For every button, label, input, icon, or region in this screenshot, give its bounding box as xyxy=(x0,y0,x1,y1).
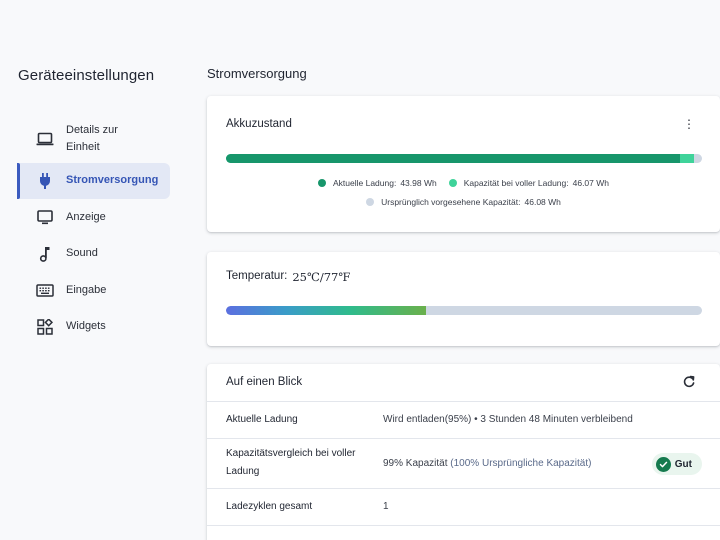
refresh-icon[interactable] xyxy=(682,375,696,389)
laptop-icon xyxy=(35,129,55,149)
full-capacity-dot xyxy=(448,179,457,187)
widgets-icon xyxy=(35,317,55,337)
legend-value: 46.08 Wh xyxy=(524,197,561,207)
battery-legend-row-2: Ursprünglich vorgesehene Kapazität: 46.0… xyxy=(207,197,720,207)
sidebar-nav: Details zur Einheit Stromversorgung Anze… xyxy=(17,116,170,345)
design-capacity-dot xyxy=(366,198,375,206)
legend-design-capacity: Ursprünglich vorgesehene Kapazität: 46.0… xyxy=(366,197,561,207)
design-capacity-note: (100% Ursprüngliche Kapazität) xyxy=(450,458,592,469)
table-row: Aktuelle Ladung Wird entladen(95%) • 3 S… xyxy=(207,401,720,438)
battery-health-card: Akkuzustand ⋮ Aktuelle Ladung: 43.98 Wh … xyxy=(207,96,720,232)
sidebar-item-label: Widgets xyxy=(66,320,106,332)
row-value: Wird entladen(95%) • 3 Stunden 48 Minute… xyxy=(383,414,633,425)
badge-label: Gut xyxy=(674,458,692,470)
legend-label: Aktuelle Ladung: xyxy=(332,178,397,188)
sidebar-item-label: Details zur Einheit xyxy=(66,124,118,153)
sidebar-item-display[interactable]: Anzeige xyxy=(17,199,170,235)
table-row: Ladezyklen gesamt 1 xyxy=(207,488,720,525)
legend-full-capacity: Kapazität bei voller Ladung: 46.07 Wh xyxy=(448,178,609,188)
sidebar-item-sound[interactable]: Sound xyxy=(17,236,170,272)
battery-health-heading: Akkuzustand xyxy=(226,118,292,130)
check-circle-icon xyxy=(655,456,671,472)
row-label: Kapazitätsvergleich bei voller Ladung xyxy=(226,448,356,477)
row-label: Aktuelle Ladung xyxy=(226,414,298,425)
temperature-label: Temperatur: xyxy=(226,270,288,282)
sidebar-item-details[interactable]: Details zur Einheit xyxy=(17,116,170,162)
power-plug-icon xyxy=(35,171,55,191)
sidebar-item-label: Sound xyxy=(66,247,98,259)
legend-label: Ursprünglich vorgesehene Kapazität: xyxy=(381,197,521,207)
status-badge: Gut xyxy=(651,453,702,475)
temperature-card: Temperatur: 25℃/77℉ xyxy=(207,252,720,346)
at-a-glance-card: Auf einen Blick Aktuelle Ladung Wird ent… xyxy=(207,364,720,540)
temperature-heading: Temperatur: 25℃/77℉ xyxy=(226,270,350,284)
main-content: Stromversorgung Akkuzustand ⋮ Aktuelle L… xyxy=(207,0,720,540)
sidebar-item-widgets[interactable]: Widgets xyxy=(17,309,170,345)
sidebar-item-label: Stromversorgung xyxy=(66,174,159,186)
row-value: 1 xyxy=(383,501,389,512)
temperature-bar xyxy=(226,306,702,315)
capacity-value: 99% Kapazität xyxy=(383,458,448,469)
battery-capacity-bar xyxy=(226,154,702,163)
legend-value: 43.98 Wh xyxy=(400,178,437,188)
temperature-value: 25℃/77℉ xyxy=(292,270,351,284)
temperature-fill xyxy=(226,306,426,315)
current-charge-segment xyxy=(226,154,680,163)
more-options-icon[interactable]: ⋮ xyxy=(683,118,695,130)
sidebar-item-label: Anzeige xyxy=(66,210,106,223)
battery-legend-row-1: Aktuelle Ladung: 43.98 Wh Kapazität bei … xyxy=(207,178,720,188)
sidebar-title: Geräteeinstellungen xyxy=(18,67,155,84)
page-title: Stromversorgung xyxy=(207,66,307,81)
row-value: 99% Kapazität (100% Ursprüngliche Kapazi… xyxy=(383,455,591,473)
legend-label: Kapazität bei voller Ladung: xyxy=(463,178,569,188)
table-row: Kapazitätsvergleich bei voller Ladung 99… xyxy=(207,438,720,488)
sidebar-item-input[interactable]: Eingabe xyxy=(17,272,170,308)
legend-value: 46.07 Wh xyxy=(572,178,609,188)
sidebar: Geräteeinstellungen Details zur Einheit … xyxy=(0,0,190,540)
sidebar-item-power[interactable]: Stromversorgung xyxy=(17,162,170,199)
keyboard-icon xyxy=(35,280,55,300)
monitor-icon xyxy=(35,207,55,227)
legend-current-charge: Aktuelle Ladung: 43.98 Wh xyxy=(317,178,437,188)
row-label: Ladezyklen gesamt xyxy=(226,501,313,512)
at-a-glance-heading: Auf einen Blick xyxy=(226,376,303,388)
table-row xyxy=(207,525,720,540)
current-charge-dot xyxy=(317,179,326,187)
music-note-icon xyxy=(35,244,55,264)
sidebar-item-label: Eingabe xyxy=(66,283,107,296)
